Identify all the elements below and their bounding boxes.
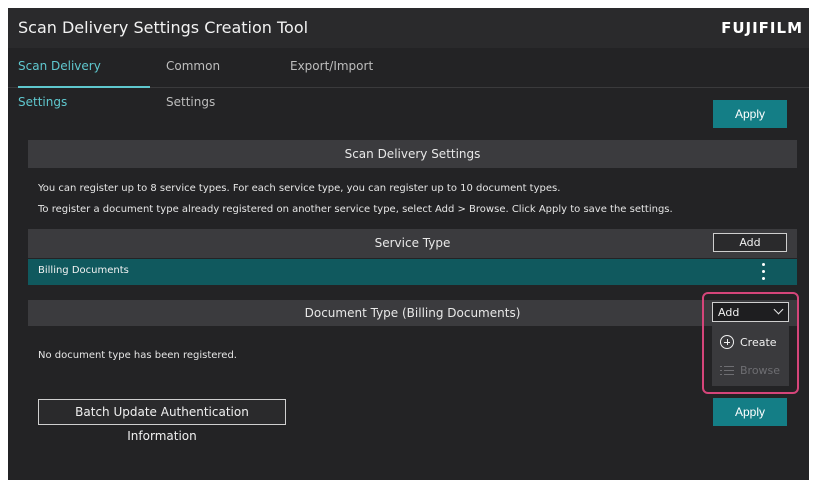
service-type-header-label: Service Type xyxy=(374,236,451,250)
service-type-label: Billing Documents xyxy=(38,265,129,276)
menu-item-create[interactable]: Create xyxy=(712,330,789,356)
tab-scan-delivery-settings[interactable]: Scan Delivery Settings xyxy=(18,48,150,109)
document-type-header: Document Type (Billing Documents) xyxy=(28,300,797,326)
batch-update-auth-button[interactable]: Batch Update Authentication Information xyxy=(38,399,286,443)
menu-item-create-label: Create xyxy=(740,336,777,349)
apply-button-top[interactable]: Apply xyxy=(713,100,787,128)
plus-circle-icon xyxy=(720,335,734,349)
scan-delivery-settings-header: Scan Delivery Settings xyxy=(28,140,797,168)
info-text-line1: You can register up to 8 service types. … xyxy=(38,183,561,194)
tab-common-settings[interactable]: Common Settings xyxy=(166,48,270,109)
chevron-down-icon xyxy=(773,304,784,315)
menu-item-browse-label: Browse xyxy=(740,364,781,377)
menu-item-browse: Browse xyxy=(712,358,789,384)
brand-logo: FUJIFILM xyxy=(721,19,803,37)
service-type-add-button[interactable]: Add xyxy=(713,233,787,252)
tab-export-import[interactable]: Export/Import xyxy=(290,48,380,88)
no-document-type-message: No document type has been registered. xyxy=(38,350,237,361)
list-icon xyxy=(720,365,734,377)
app-title: Scan Delivery Settings Creation Tool xyxy=(18,18,309,37)
service-type-row-selected[interactable]: Billing Documents xyxy=(28,259,797,285)
info-text-line2: To register a document type already regi… xyxy=(38,204,673,215)
apply-button-bottom[interactable]: Apply xyxy=(713,398,787,426)
tab-bar: Scan Delivery Settings Common Settings E… xyxy=(8,48,809,109)
add-dropdown-menu: Create Browse xyxy=(712,326,789,386)
title-bar: Scan Delivery Settings Creation Tool FUJ… xyxy=(8,8,809,48)
service-type-header: Service Type xyxy=(28,229,797,258)
document-type-header-label: Document Type (Billing Documents) xyxy=(304,306,521,320)
document-type-add-dropdown[interactable]: Add xyxy=(712,302,789,322)
app-window: Scan Delivery Settings Creation Tool FUJ… xyxy=(8,8,809,480)
add-dropdown-label: Add xyxy=(718,306,740,319)
kebab-menu-icon[interactable] xyxy=(758,263,768,281)
